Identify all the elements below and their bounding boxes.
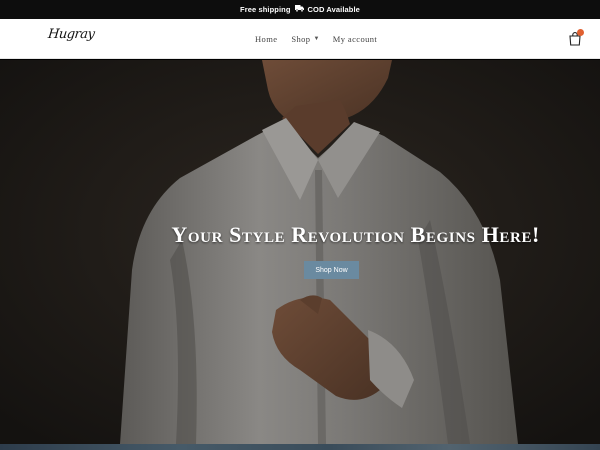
cart-button[interactable]: [569, 29, 584, 48]
nav-my-account-label: My account: [332, 34, 378, 44]
main-nav: Home Shop ▼ My account: [255, 19, 377, 59]
hero-banner: Your Style Revolution Begins Here! Shop …: [0, 60, 600, 444]
shop-now-button[interactable]: Shop Now: [304, 261, 359, 279]
cod-available-text: COD Available: [307, 5, 360, 14]
nav-my-account[interactable]: My account: [333, 34, 377, 44]
announcement-bar: Free shipping COD Available: [0, 0, 600, 19]
nav-home[interactable]: Home: [255, 34, 277, 44]
hero-image: [0, 60, 600, 444]
site-logo[interactable]: Hugray: [47, 27, 95, 42]
free-shipping-text: Free shipping: [240, 5, 291, 14]
nav-shop-label: Shop: [291, 34, 311, 44]
next-section-preview: [0, 444, 600, 450]
nav-home-label: Home: [255, 34, 278, 44]
site-header: Hugray Home Shop ▼ My account: [0, 19, 600, 59]
nav-shop[interactable]: Shop ▼: [291, 34, 319, 44]
truck-icon: [294, 5, 304, 14]
chevron-down-icon: ▼: [313, 36, 320, 42]
hero-title: Your Style Revolution Begins Here!: [171, 222, 540, 247]
cart-count-badge: [577, 29, 584, 36]
